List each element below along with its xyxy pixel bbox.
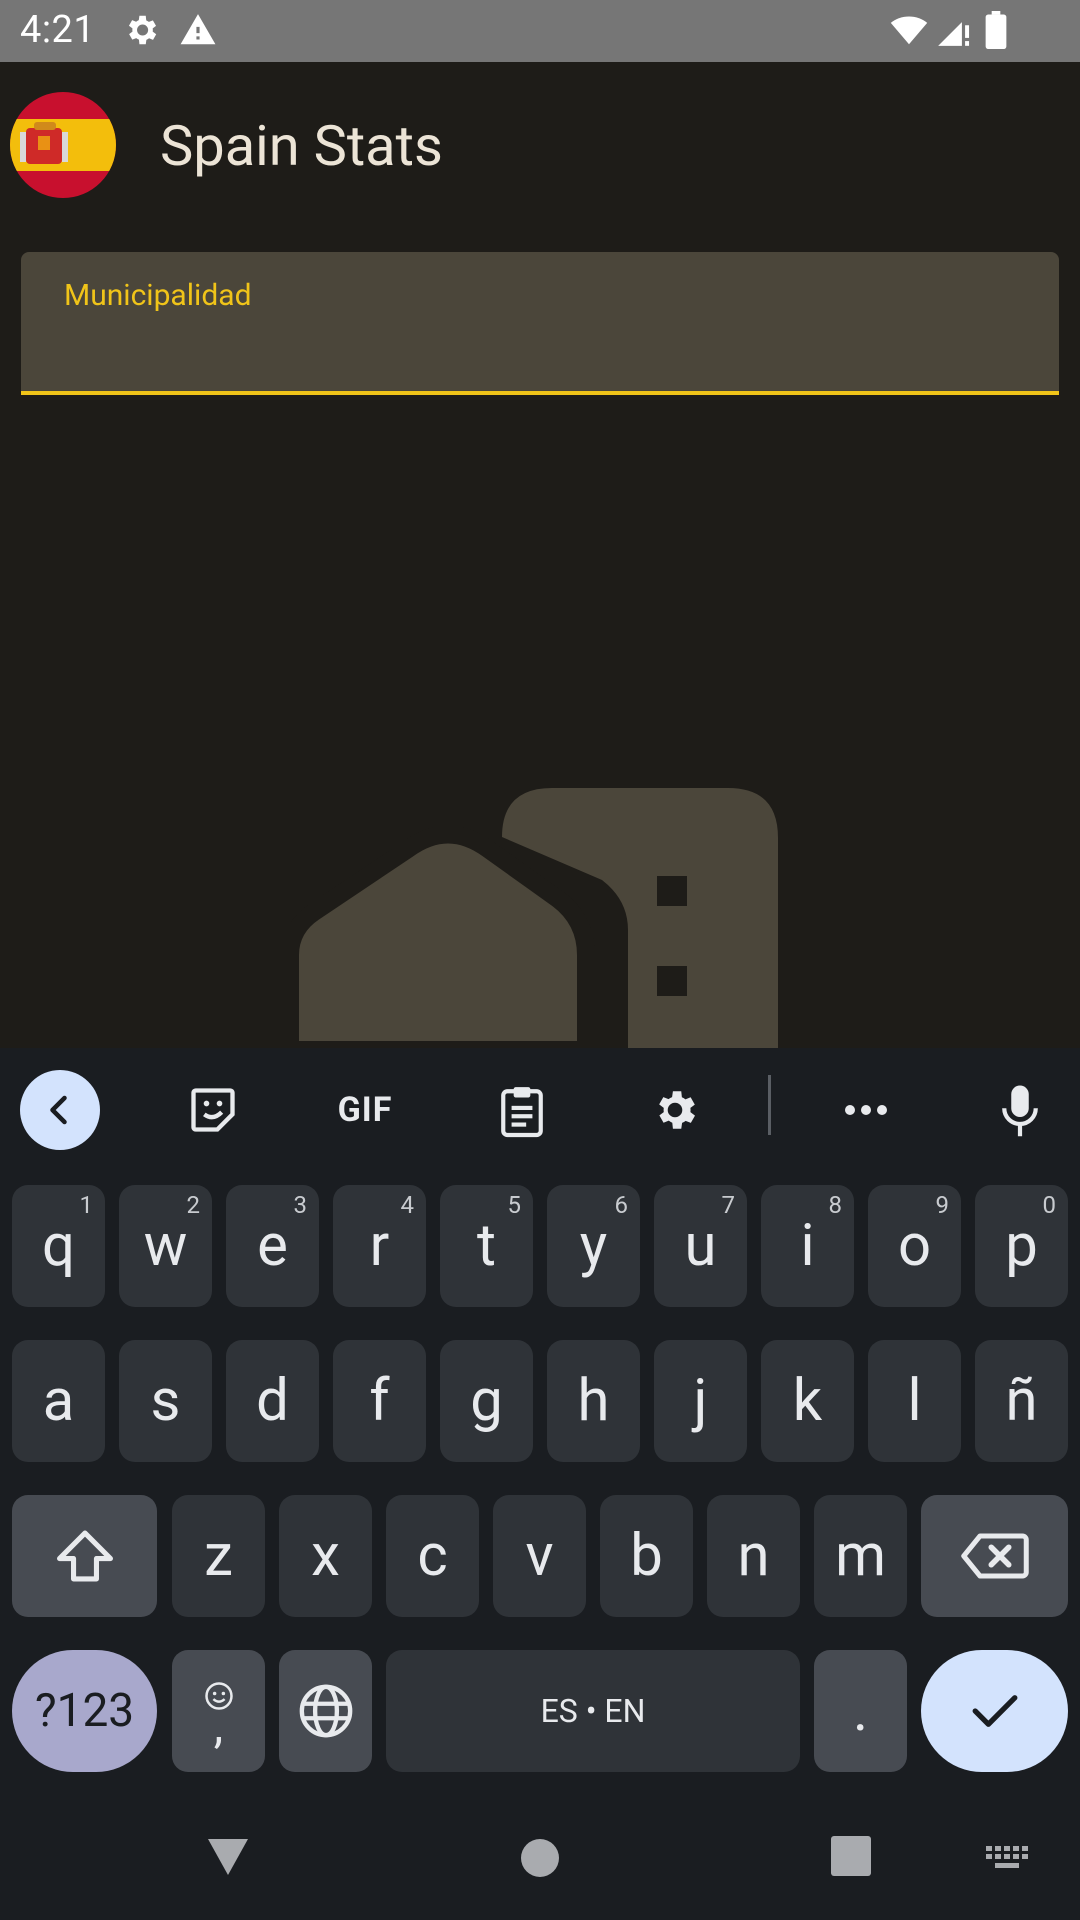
back-chevron-icon[interactable] <box>20 1070 100 1150</box>
key-y[interactable]: y6 <box>547 1185 640 1307</box>
keyboard <box>0 1048 1080 1920</box>
recents-nav-icon[interactable] <box>831 1836 871 1876</box>
status-bar: 4:21 <box>0 0 1080 62</box>
key-x[interactable]: x <box>279 1495 372 1617</box>
key-b[interactable]: b <box>600 1495 693 1617</box>
spain-flag-icon <box>10 92 116 198</box>
key-e[interactable]: e3 <box>226 1185 319 1307</box>
key-a[interactable]: a <box>12 1340 105 1462</box>
warning-icon <box>178 11 218 53</box>
status-time: 4:21 <box>20 8 96 52</box>
more-icon[interactable] <box>838 1070 894 1150</box>
space-key[interactable]: ES • EN <box>386 1650 800 1772</box>
shift-key[interactable] <box>12 1495 157 1617</box>
key-j[interactable]: j <box>654 1340 747 1462</box>
period-key[interactable]: . <box>814 1650 907 1772</box>
backspace-icon <box>960 1533 1029 1579</box>
key-v[interactable]: v <box>493 1495 586 1617</box>
key-h[interactable]: h <box>547 1340 640 1462</box>
symbols-key[interactable]: ?123 <box>12 1650 157 1772</box>
navigation-bar <box>0 1800 1080 1920</box>
language-key[interactable] <box>279 1650 372 1772</box>
municipality-label: Municipalidad <box>64 278 252 313</box>
home-nav-icon[interactable] <box>520 1838 560 1878</box>
key-f[interactable]: f <box>333 1340 426 1462</box>
sticker-icon[interactable] <box>180 1070 246 1150</box>
gif-button[interactable]: GIF <box>325 1070 405 1150</box>
houses-illustration <box>281 780 810 1059</box>
key-z[interactable]: z <box>172 1495 265 1617</box>
key-n-tilde[interactable]: ñ <box>975 1340 1068 1462</box>
key-u[interactable]: u7 <box>654 1185 747 1307</box>
globe-icon <box>299 1684 352 1738</box>
key-q[interactable]: q1 <box>12 1185 105 1307</box>
key-i[interactable]: i8 <box>761 1185 854 1307</box>
signal-icon <box>934 11 974 53</box>
backspace-key[interactable] <box>921 1495 1068 1617</box>
municipality-input[interactable]: Municipalidad <box>21 252 1059 395</box>
key-p[interactable]: p0 <box>975 1185 1068 1307</box>
comma-key[interactable]: , <box>172 1650 265 1772</box>
back-nav-icon[interactable] <box>205 1836 251 1878</box>
toolbar-divider <box>768 1075 771 1135</box>
enter-key[interactable] <box>921 1650 1068 1772</box>
key-g[interactable]: g <box>440 1340 533 1462</box>
key-d[interactable]: d <box>226 1340 319 1462</box>
key-n[interactable]: n <box>707 1495 800 1617</box>
key-k[interactable]: k <box>761 1340 854 1462</box>
key-c[interactable]: c <box>386 1495 479 1617</box>
settings-icon <box>122 11 160 53</box>
keyboard-switch-icon[interactable] <box>986 1846 1030 1874</box>
key-m[interactable]: m <box>814 1495 907 1617</box>
battery-icon <box>984 11 1008 53</box>
key-t[interactable]: t5 <box>440 1185 533 1307</box>
key-r[interactable]: r4 <box>333 1185 426 1307</box>
app-title: Spain Stats <box>160 113 443 179</box>
key-l[interactable]: l <box>868 1340 961 1462</box>
key-s[interactable]: s <box>119 1340 212 1462</box>
key-o[interactable]: o9 <box>868 1185 961 1307</box>
gear-icon[interactable] <box>642 1070 708 1150</box>
mic-icon[interactable] <box>990 1070 1050 1150</box>
clipboard-icon[interactable] <box>490 1070 554 1150</box>
key-w[interactable]: w2 <box>119 1185 212 1307</box>
shift-icon <box>56 1530 113 1582</box>
wifi-icon <box>888 11 930 53</box>
check-icon <box>972 1695 1017 1727</box>
